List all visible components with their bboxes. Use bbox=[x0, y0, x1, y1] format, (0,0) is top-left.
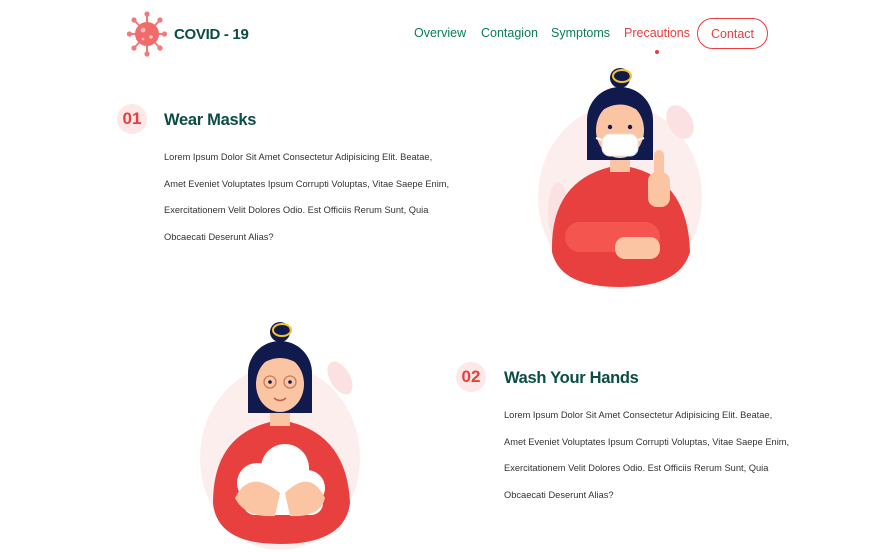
active-indicator bbox=[655, 50, 659, 54]
nav-overview[interactable]: Overview bbox=[414, 26, 466, 40]
section-number-badge: 01 bbox=[117, 104, 147, 134]
nav-symptoms[interactable]: Symptoms bbox=[551, 26, 610, 40]
woman-wearing-mask-illustration bbox=[538, 68, 702, 289]
section-number-badge: 02 bbox=[456, 362, 486, 392]
section-title: Wash Your Hands bbox=[504, 369, 639, 387]
woman-washing-hands-illustration bbox=[200, 322, 360, 550]
section-text: Lorem Ipsum Dolor Sit Amet Consectetur A… bbox=[504, 410, 790, 500]
contact-button[interactable]: Contact bbox=[697, 18, 768, 49]
nav-precautions-label: Precautions bbox=[624, 26, 691, 40]
section-title: Wear Masks bbox=[164, 111, 257, 129]
nav-contagion[interactable]: Contagion bbox=[481, 26, 538, 40]
nav-precautions[interactable]: Precautions bbox=[624, 26, 691, 54]
section-text: Lorem Ipsum Dolor Sit Amet Consectetur A… bbox=[164, 152, 450, 242]
main-nav: Overview Contagion Symptoms Precautions … bbox=[0, 18, 895, 54]
